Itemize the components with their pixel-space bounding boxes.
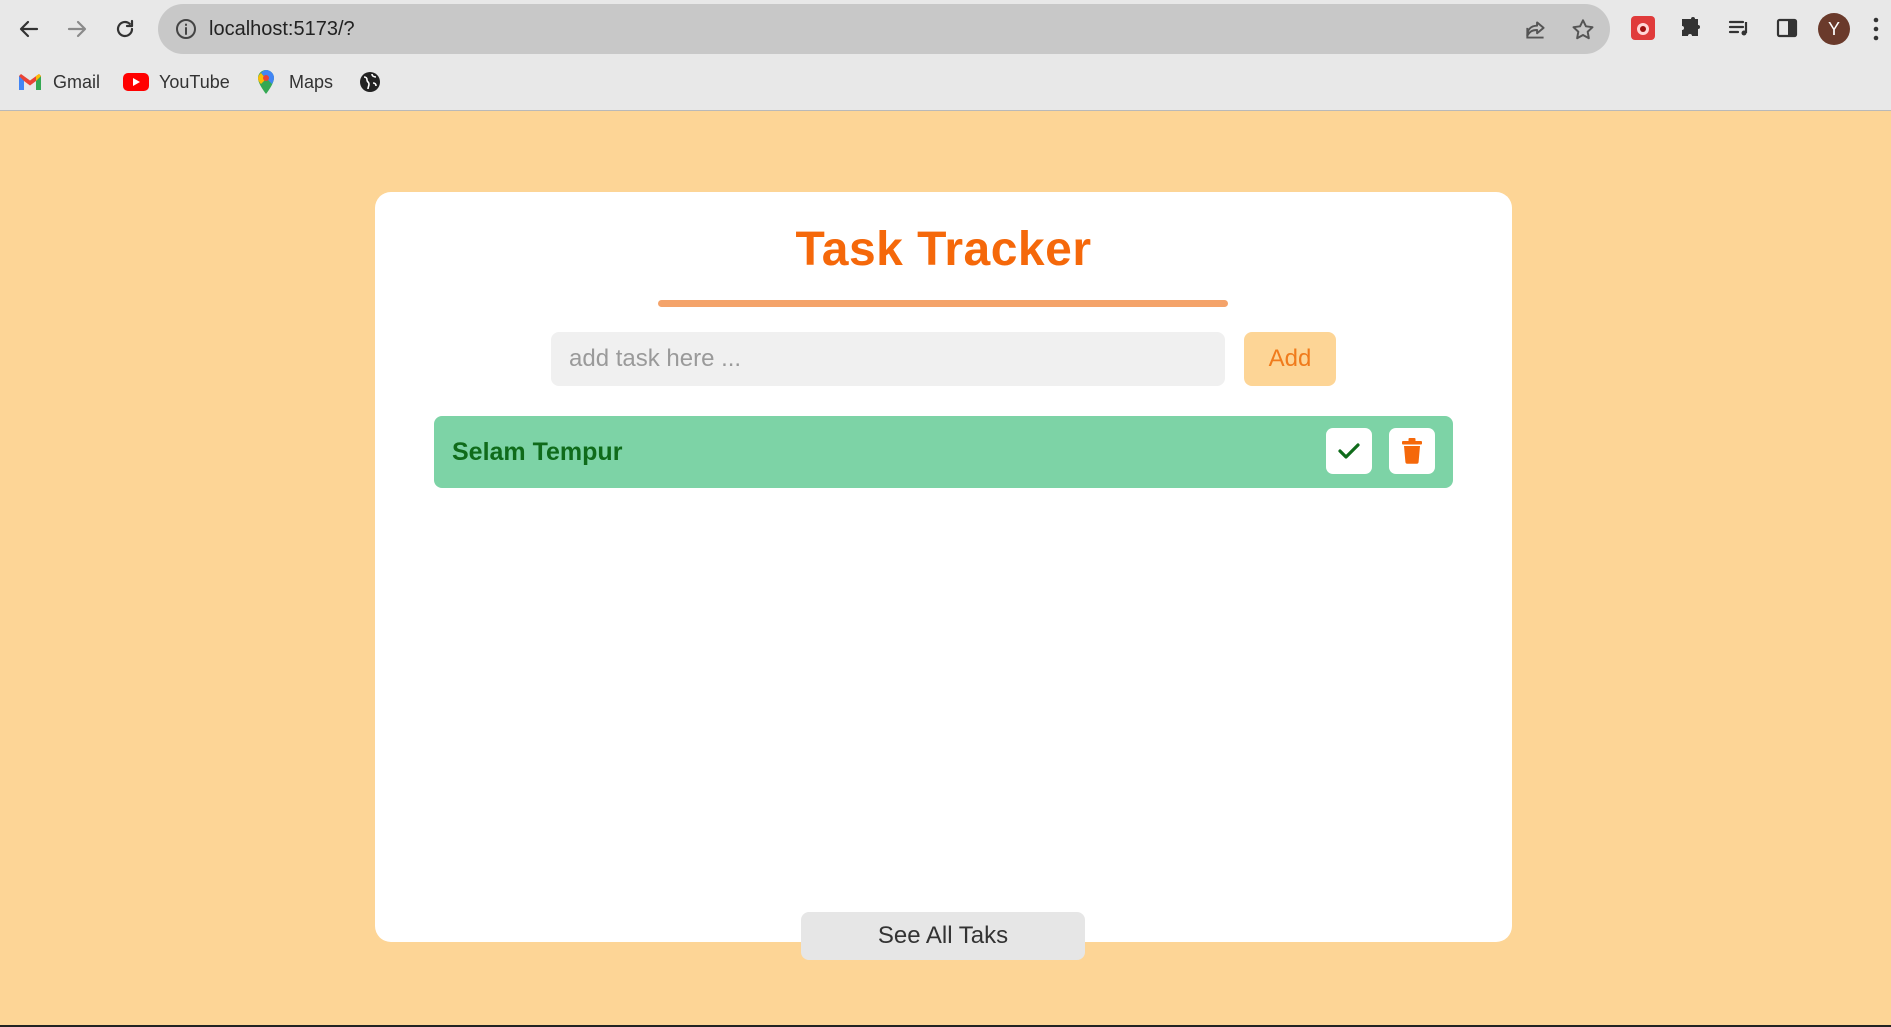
complete-task-button[interactable] xyxy=(1326,428,1372,474)
bookmark-maps[interactable]: Maps xyxy=(253,62,333,102)
delete-task-button[interactable] xyxy=(1389,428,1435,474)
bookmark-label: YouTube xyxy=(159,71,230,92)
maps-icon xyxy=(253,69,279,95)
check-icon xyxy=(1338,443,1360,459)
playlist-icon[interactable] xyxy=(1725,14,1753,42)
page-title: Task Tracker xyxy=(795,223,1092,276)
kebab-menu-icon[interactable] xyxy=(1870,16,1882,42)
youtube-icon xyxy=(123,69,149,95)
globe-icon xyxy=(357,69,383,95)
task-tracker-card: Task Tracker Add Selam Tempur xyxy=(375,192,1512,942)
add-task-button[interactable]: Add xyxy=(1244,332,1336,386)
task-input[interactable] xyxy=(551,332,1225,386)
task-text: Selam Tempur xyxy=(452,438,623,466)
url-text[interactable]: localhost:5173/? xyxy=(209,4,355,54)
title-underline xyxy=(658,300,1228,307)
browser-chrome: localhost:5173/? Y Gmail YouTube Maps xyxy=(0,0,1891,111)
bookmark-globe[interactable] xyxy=(357,62,393,102)
info-icon[interactable] xyxy=(174,17,198,41)
share-icon[interactable] xyxy=(1523,17,1549,43)
reload-button[interactable] xyxy=(108,12,142,46)
bookmark-label: Gmail xyxy=(53,71,101,92)
bookmark-gmail[interactable]: Gmail xyxy=(17,62,100,102)
puzzle-icon[interactable] xyxy=(1677,14,1705,42)
star-icon[interactable] xyxy=(1570,17,1596,43)
back-button[interactable] xyxy=(12,12,46,46)
arrow-right-icon xyxy=(67,20,87,38)
bookmark-label: Maps xyxy=(289,71,334,92)
extension-bug-icon[interactable] xyxy=(1629,14,1657,42)
bookmarks-bar: Gmail YouTube Maps xyxy=(0,62,1891,102)
forward-button[interactable] xyxy=(60,12,94,46)
arrow-left-icon xyxy=(19,20,39,38)
profile-avatar[interactable]: Y xyxy=(1818,13,1850,45)
side-panel-icon[interactable] xyxy=(1773,14,1801,42)
trash-icon xyxy=(1402,438,1422,464)
reload-icon xyxy=(116,19,134,38)
see-all-tasks-button[interactable]: See All Taks xyxy=(801,912,1085,960)
address-bar[interactable]: localhost:5173/? xyxy=(158,4,1610,54)
gmail-icon xyxy=(17,69,43,95)
task-item: Selam Tempur xyxy=(434,416,1453,488)
bookmark-youtube[interactable]: YouTube xyxy=(123,62,230,102)
